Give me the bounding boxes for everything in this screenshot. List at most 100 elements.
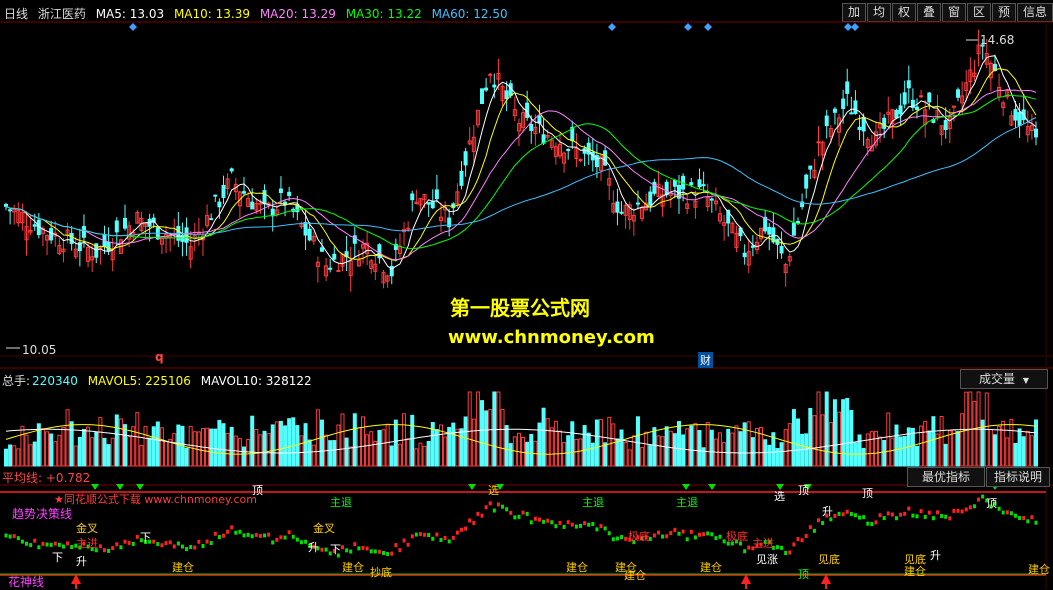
candle-body (81, 226, 86, 238)
trend-segment (911, 513, 915, 518)
volume-bar (988, 428, 993, 467)
trend-segment (160, 543, 164, 548)
trend-segment (172, 544, 176, 549)
candle-body (270, 208, 275, 217)
volume-bar (16, 448, 21, 467)
trend-segment (205, 539, 209, 544)
candle-body (701, 184, 706, 187)
candle-body (816, 141, 821, 144)
trend-segment (427, 533, 431, 538)
trend-segment (221, 533, 225, 538)
trend-segment (431, 536, 435, 541)
candle-body (894, 109, 899, 119)
trend-segment (1013, 513, 1017, 518)
indicator-help-button[interactable]: 指标说明 (986, 467, 1050, 487)
trend-segment (480, 513, 484, 518)
trend-segment (57, 542, 61, 547)
volume-bar (516, 432, 521, 467)
low-price-label: 10.05 (22, 343, 57, 357)
indicator-annotation: 建仓 (624, 569, 646, 582)
trend-segment (156, 542, 160, 547)
trend-segment (977, 497, 981, 502)
indicator-annotation: 建仓 (904, 565, 926, 578)
volume-bar (627, 449, 632, 467)
trend-segment (603, 526, 607, 531)
volume-bar (787, 423, 792, 467)
signal-down-icon (682, 484, 690, 490)
volume-bar (635, 416, 640, 467)
trend-segment (533, 516, 537, 521)
trend-segment (952, 508, 956, 513)
volume-bar (541, 407, 546, 467)
candle-body (906, 80, 911, 89)
trend-segment (476, 511, 480, 516)
volume-bar (857, 434, 862, 467)
finance-marker[interactable]: 财 (698, 352, 713, 368)
trend-segment (455, 530, 459, 535)
volume-bar (381, 429, 386, 467)
volume-bar (574, 439, 579, 467)
candle-body (824, 115, 829, 127)
volume-bar (172, 433, 177, 467)
trend-segment (599, 524, 603, 529)
volume-bar (291, 417, 296, 467)
volume-bar (8, 444, 13, 467)
trend-segment (242, 533, 246, 538)
volume-bar (221, 423, 226, 467)
volume-bar (418, 442, 423, 467)
trend-segment (669, 531, 673, 536)
volume-bar (668, 430, 673, 467)
volume-bar (869, 431, 874, 467)
candle-body (242, 191, 247, 194)
trend-segment (246, 532, 250, 537)
candle-body (4, 204, 8, 207)
volume-bar (767, 444, 772, 467)
trend-segment (406, 542, 410, 547)
volume-bar (299, 435, 304, 467)
trend-segment (4, 533, 8, 538)
trend-segment (689, 529, 693, 534)
volume-bar (947, 430, 952, 467)
trend-segment (583, 521, 587, 526)
volume-bar (336, 424, 341, 467)
volume-bar (385, 423, 390, 467)
trend-segment (743, 549, 747, 554)
event-diamond-icon (704, 23, 712, 31)
indicator-annotation: 顶 (798, 484, 809, 497)
volume-bar (422, 445, 427, 467)
candle-body (217, 201, 222, 208)
volume-bar (340, 413, 345, 467)
mavol5-readout: MAVOL5: 225106 (87, 374, 191, 388)
trend-segment (98, 544, 102, 549)
volume-bar (262, 430, 267, 467)
candle-body (672, 180, 677, 187)
trend-segment (201, 543, 205, 548)
trend-segment (1026, 519, 1030, 524)
trend-segment (866, 521, 870, 526)
trend-segment (505, 507, 509, 512)
volume-bar (471, 418, 476, 467)
trend-segment (665, 534, 669, 539)
volume-bar (726, 428, 731, 467)
candle-body (763, 216, 768, 232)
volume-bar (607, 416, 612, 467)
best-indicator-button[interactable]: 最优指标 (907, 467, 985, 487)
volume-bar (159, 427, 164, 467)
volume-bar (61, 426, 66, 467)
volume-bar (685, 428, 690, 467)
trend-segment (135, 534, 139, 539)
candle-body (328, 267, 333, 270)
candle-body (262, 190, 267, 205)
volume-bar (648, 445, 653, 467)
candle-body (406, 227, 411, 230)
trend-segment (382, 550, 386, 555)
trend-segment (287, 530, 291, 535)
volume-indicator-dropdown[interactable]: 成交量 ▼ (960, 369, 1048, 389)
volume-bar (459, 428, 464, 467)
trend-segment (131, 541, 135, 546)
volume-bar (164, 440, 169, 467)
trend-segment (472, 520, 476, 525)
indicator-annotation: 顶 (798, 568, 809, 581)
indicator-annotation: 建仓 (700, 561, 722, 574)
volume-bar (578, 438, 583, 467)
